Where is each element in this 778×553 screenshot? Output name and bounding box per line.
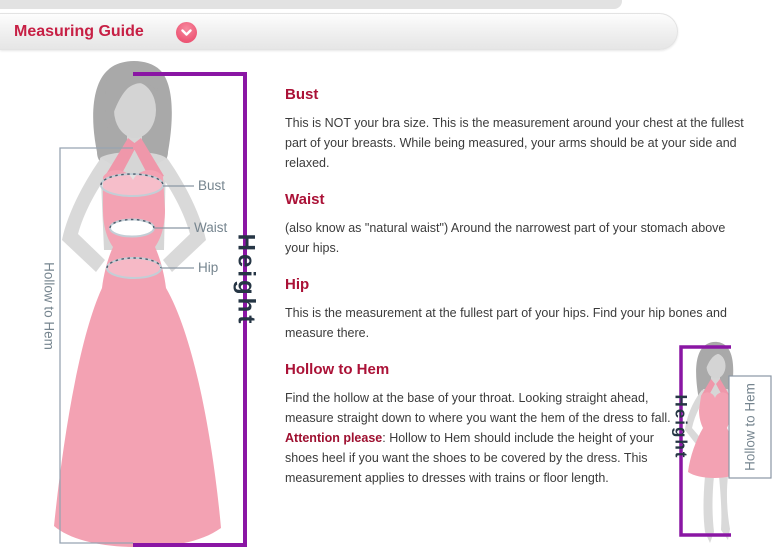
hip-description: This is the measurement at the fullest p… (285, 303, 745, 343)
hip-heading: Hip (285, 276, 745, 293)
bust-label: Bust (198, 178, 225, 193)
section-bust: Bust This is NOT your bra size. This is … (285, 86, 745, 173)
waist-label: Waist (194, 220, 227, 235)
waist-ellipse (110, 220, 154, 237)
height-label-large: Height (233, 234, 260, 327)
measuring-guide-accordion-header[interactable]: Measuring Guide (0, 13, 678, 50)
hip-label: Hip (198, 260, 218, 275)
page-title: Measuring Guide (14, 23, 144, 41)
hollow-to-hem-label-large: Hollow to Hem (42, 262, 57, 350)
hollow-lead-text: Find the hollow at the base of your thro… (285, 391, 671, 425)
measuring-instructions: Bust This is NOT your bra size. This is … (285, 86, 745, 488)
section-hollow-to-hem: Hollow to Hem Find the hollow at the bas… (285, 361, 745, 488)
section-waist: Waist (also know as "natural waist") Aro… (285, 191, 745, 258)
chevron-down-icon[interactable] (176, 22, 197, 43)
hip-ellipse (107, 258, 161, 278)
hollow-to-hem-heading: Hollow to Hem (285, 361, 745, 378)
woman-figure-large (54, 61, 221, 547)
waist-heading: Waist (285, 191, 745, 208)
bust-heading: Bust (285, 86, 745, 103)
chevron-glyph (181, 29, 192, 37)
bust-ellipse (101, 174, 163, 196)
previous-section-edge (0, 0, 622, 9)
waist-description: (also know as "natural waist") Around th… (285, 218, 745, 258)
measuring-diagram-large: Bust Waist Hip Height Hollow to Hem (28, 55, 278, 553)
attention-label: Attention please (285, 431, 382, 445)
hollow-to-hem-description: Find the hollow at the base of your thro… (285, 388, 680, 488)
section-hip: Hip This is the measurement at the fulle… (285, 276, 745, 343)
bust-description: This is NOT your bra size. This is the m… (285, 113, 745, 173)
